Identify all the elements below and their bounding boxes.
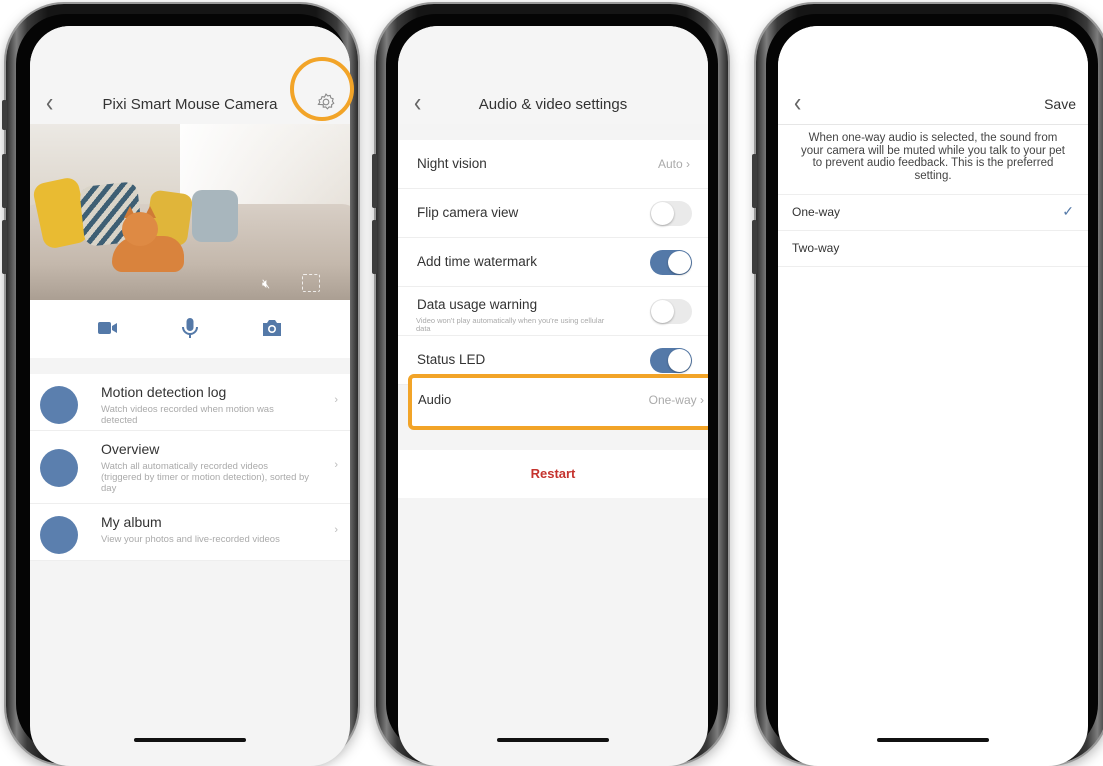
setting-night-vision[interactable]: Night vision Auto › — [398, 140, 708, 189]
feature-overview[interactable]: Overview Watch all automatically recorde… — [30, 431, 350, 504]
video-pillow — [192, 190, 238, 242]
feature-title: Overview — [101, 441, 160, 457]
camera-icon[interactable] — [260, 316, 284, 340]
phone-side-button — [752, 220, 757, 274]
motion-detection-icon — [40, 386, 78, 424]
phone-side-button — [2, 220, 7, 274]
setting-label: Add time watermark — [417, 254, 538, 269]
setting-data-usage-warning: Data usage warning Video won't play auto… — [398, 287, 708, 336]
live-video-feed[interactable]: 🔇︎ — [30, 124, 350, 300]
setting-label: Flip camera view — [417, 205, 519, 220]
feature-description: Watch all automatically recorded videos … — [101, 461, 310, 494]
fullscreen-icon[interactable] — [302, 274, 320, 292]
setting-value: One-way › — [648, 393, 704, 407]
night-vision-value: Auto — [657, 157, 683, 171]
back-icon[interactable]: ‹ — [794, 89, 801, 116]
home-indicator — [877, 738, 989, 742]
setting-flip-camera-view: Flip camera view — [398, 189, 708, 238]
feature-description: Watch videos recorded when motion was de… — [101, 404, 274, 426]
audio-notice: When one-way audio is selected, the soun… — [801, 132, 1065, 182]
feature-my-album[interactable]: My album View your photos and live-recor… — [30, 504, 350, 561]
calendar-icon — [40, 449, 78, 487]
page-title: Audio & video settings — [478, 96, 628, 113]
nav-bar: ‹ Audio & video settings — [398, 26, 708, 124]
chevron-right-icon: › — [334, 524, 338, 536]
microphone-icon[interactable] — [178, 316, 202, 340]
phone-side-button — [752, 154, 757, 208]
option-two-way[interactable]: Two-way — [778, 231, 1088, 267]
mute-icon[interactable]: 🔇︎ — [262, 276, 270, 292]
home-indicator — [134, 738, 246, 742]
phone-frame-settings: ‹ Audio & video settings Night vision Au… — [372, 4, 728, 766]
cat-head — [122, 212, 158, 246]
option-label: One-way — [792, 205, 841, 219]
data-usage-toggle[interactable] — [650, 299, 692, 324]
phone-side-button — [372, 154, 377, 208]
setting-sublabel: Video won't play automatically when you'… — [416, 316, 605, 333]
chevron-right-icon: › — [334, 394, 338, 406]
status-led-toggle[interactable] — [650, 348, 692, 373]
restart-button[interactable]: Restart — [398, 450, 708, 498]
phone-side-button — [2, 154, 7, 208]
time-watermark-toggle[interactable] — [650, 250, 692, 275]
flip-camera-toggle[interactable] — [650, 201, 692, 226]
settings-screen: ‹ Audio & video settings Night vision Au… — [398, 26, 708, 766]
home-indicator — [497, 738, 609, 742]
setting-audio[interactable]: Audio One-way › — [408, 374, 708, 430]
feature-list: Motion detection log Watch videos record… — [30, 374, 350, 561]
gear-highlight-ring — [290, 57, 354, 121]
save-button[interactable]: Save — [1044, 96, 1076, 112]
checkmark-icon: ✓ — [1062, 203, 1074, 219]
feature-title: Motion detection log — [101, 384, 227, 400]
phone-frame-audio: ‹ Save When one-way audio is selected, t… — [752, 4, 1103, 766]
toggle-knob — [668, 251, 691, 274]
feature-description: View your photos and live-recorded video… — [101, 534, 280, 545]
nav-bar: ‹ Save — [778, 26, 1088, 125]
chevron-right-icon: › — [334, 459, 338, 471]
album-icon — [40, 516, 78, 554]
setting-label: Data usage warning — [417, 297, 538, 312]
toggle-knob — [651, 202, 674, 225]
setting-label: Status LED — [417, 352, 486, 367]
feature-title: My album — [101, 514, 162, 530]
camera-screen: ‹ Pixi Smart Mouse Camera 🔇︎ Motion dete… — [30, 26, 350, 766]
settings-list: Night vision Auto › Flip camera view Add… — [398, 140, 708, 385]
setting-add-time-watermark: Add time watermark — [398, 238, 708, 287]
audio-options: One-way ✓ Two-way — [778, 194, 1088, 267]
feature-motion-detection-log[interactable]: Motion detection log Watch videos record… — [30, 374, 350, 431]
setting-label: Audio — [418, 392, 452, 407]
phone-side-button — [372, 220, 377, 274]
toggle-knob — [651, 300, 674, 323]
phone-side-button — [2, 100, 7, 130]
camera-controls — [30, 300, 350, 358]
option-one-way[interactable]: One-way ✓ — [778, 194, 1088, 231]
phone-frame-camera: ‹ Pixi Smart Mouse Camera 🔇︎ Motion dete… — [2, 4, 358, 766]
audio-value: One-way — [648, 393, 697, 407]
setting-value: Auto › — [657, 157, 690, 171]
toggle-knob — [668, 349, 691, 372]
audio-screen: ‹ Save When one-way audio is selected, t… — [778, 26, 1088, 766]
option-label: Two-way — [792, 241, 840, 255]
video-camera-icon[interactable] — [96, 316, 120, 340]
setting-label: Night vision — [417, 156, 487, 171]
